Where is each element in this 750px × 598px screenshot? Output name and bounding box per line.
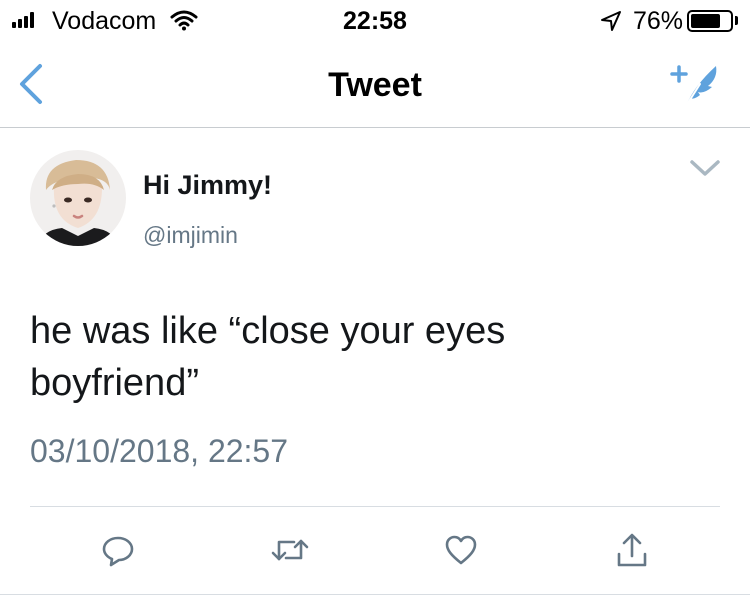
battery-tip <box>735 16 738 25</box>
share-button[interactable] <box>612 530 652 570</box>
page-title: Tweet <box>328 66 422 104</box>
battery-level-fill <box>691 14 720 28</box>
bottom-divider <box>0 594 750 595</box>
tweet-text-line: he was like “close your eyes <box>30 310 506 352</box>
tweet-actions <box>0 530 750 570</box>
display-name[interactable]: Hi Jimmy! <box>143 170 272 201</box>
like-button[interactable] <box>441 530 481 570</box>
tweet-text: he was like “close your eyes boyfriend” <box>30 305 720 409</box>
battery-icon <box>687 10 733 32</box>
tweet-options-button[interactable] <box>688 156 722 180</box>
compose-tweet-button[interactable] <box>664 60 724 110</box>
chevron-down-icon <box>690 160 720 176</box>
reply-button[interactable] <box>98 530 138 570</box>
status-bar: Vodacom 22:58 76% <box>0 0 750 40</box>
divider <box>30 506 720 507</box>
location-arrow-icon <box>600 10 622 37</box>
retweet-button[interactable] <box>270 530 310 570</box>
user-handle[interactable]: @imjimin <box>143 222 238 249</box>
share-icon <box>617 533 647 567</box>
heart-icon <box>445 535 477 565</box>
compose-feather-icon <box>670 65 717 107</box>
avatar[interactable] <box>30 150 126 246</box>
reply-icon <box>102 536 134 567</box>
tweet-text-line: boyfriend” <box>30 362 199 404</box>
tweet-timestamp: 03/10/2018, 22:57 <box>30 433 289 469</box>
battery-percent: 76% <box>633 7 684 35</box>
retweet-icon <box>271 539 309 561</box>
navigation-bar: Tweet <box>0 40 750 128</box>
